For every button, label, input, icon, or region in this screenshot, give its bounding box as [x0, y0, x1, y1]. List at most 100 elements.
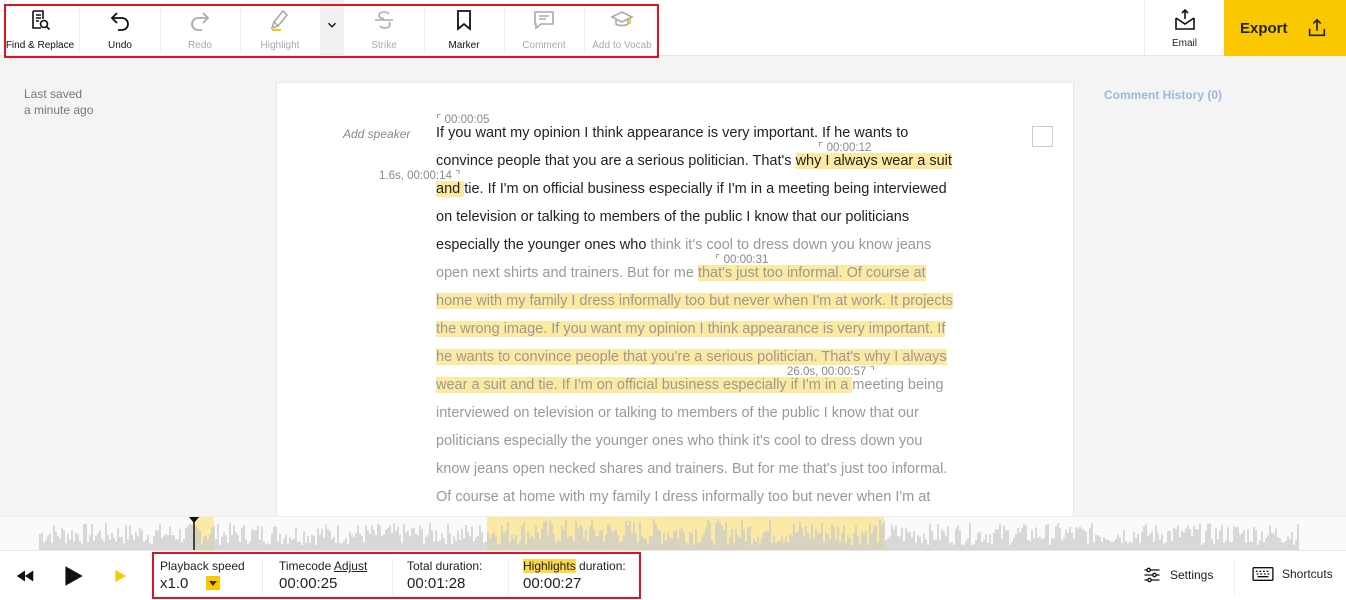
paragraph-checkbox[interactable] [1032, 126, 1053, 147]
transcript-word-run[interactable]: convince people that you are a serious p… [436, 153, 796, 169]
transcript-word-run[interactable]: think it's cool to dress down you know j… [650, 237, 931, 253]
transcript-line: If you want my opinion I think appearanc… [436, 119, 996, 147]
comment-button[interactable]: Comment [504, 0, 584, 56]
transcript-word-run[interactable]: know jeans open necked shares and traine… [436, 461, 947, 477]
highlight-dropdown-button[interactable] [320, 0, 344, 56]
email-label: Email [1171, 38, 1197, 49]
divider [1234, 559, 1235, 595]
highlights-word: Highlights [523, 559, 576, 573]
transcript-line: home with my family I dress informally t… [436, 287, 996, 315]
highlights-duration-label: duration: [575, 559, 626, 573]
transcript-line: Of course at home with my family I dress… [436, 483, 996, 511]
timecode-label: Timecode [279, 559, 332, 573]
transcript-line: politicians especially the younger ones … [436, 427, 996, 455]
transcript-line: especially the younger ones who think it… [436, 231, 996, 259]
play-button[interactable] [60, 563, 86, 594]
highlighted-text[interactable]: why I always wear a suit [795, 153, 952, 169]
find-replace-icon [32, 10, 51, 31]
transcript-line: convince people that you are a serious p… [436, 147, 996, 175]
timecode-adjust-link[interactable]: Adjust [334, 559, 367, 573]
add-speaker-field[interactable]: Add speaker [343, 127, 410, 141]
find-replace-label: Find & Replace [5, 40, 75, 51]
find-replace-button[interactable]: Find & Replace [4, 0, 76, 56]
keyboard-icon [1252, 567, 1274, 581]
divider [392, 559, 393, 595]
transcript-word-run[interactable]: meeting being [852, 377, 943, 393]
play-highlights-icon [115, 570, 126, 582]
undo-button[interactable]: Undo [80, 0, 160, 56]
transcript-document: Add speaker ⌜ 00:00:05 ⌜ 00:00:12 1.6s, … [276, 82, 1074, 522]
redo-button[interactable]: Redo [160, 0, 240, 56]
transcript-word-run[interactable]: tie. If I'm on official business especia… [464, 181, 946, 197]
timecode-display: Timecode Adjust 00:00:25 [279, 559, 367, 592]
highlight-label: Highlight [260, 40, 300, 51]
upload-icon [1308, 18, 1326, 37]
transcript-word-run[interactable]: open next shirts and trainers. But for m… [436, 265, 698, 281]
highlighted-text[interactable]: home with my family I dress informally t… [436, 293, 953, 309]
transcript-word-run[interactable]: on television or talking to members of t… [436, 209, 909, 225]
comment-history-link[interactable]: Comment History (0) [1104, 88, 1222, 102]
transcript-word-run[interactable]: interviewed on television or talking to … [436, 405, 919, 421]
highlights-duration-value: 00:00:27 [523, 575, 582, 592]
chevron-down-icon [328, 22, 336, 28]
graduation-cap-icon [610, 11, 634, 27]
shortcuts-button[interactable]: Shortcuts [1252, 565, 1333, 583]
comment-label: Comment [522, 40, 566, 51]
transcript-line: on television or talking to members of t… [436, 203, 996, 231]
highlighter-icon [270, 9, 289, 31]
highlighted-text[interactable]: and [436, 181, 465, 197]
highlighted-text[interactable]: that's just too informal. Of course at [697, 265, 926, 281]
playback-speed-value: x1.0 [160, 575, 189, 592]
speed-dropdown-icon[interactable] [206, 576, 221, 591]
timecode-value: 00:00:25 [279, 575, 338, 592]
transcript-word-run[interactable]: Of course at home with my family I dress… [436, 489, 930, 505]
player-bar: Playback speed x1.0 Timecode Adjust 00:0… [0, 550, 1346, 600]
bookmark-icon [457, 10, 471, 31]
transcript-word-run[interactable]: especially the younger ones who [436, 237, 650, 253]
strike-label: Strike [371, 40, 397, 51]
waveform-graphic [39, 517, 1299, 550]
last-saved-time: a minute ago [24, 103, 94, 117]
transcript-line: the wrong image. If you want my opinion … [436, 315, 996, 343]
marker-button[interactable]: Marker [424, 0, 504, 56]
highlighted-text[interactable]: wear a suit and tie. If I'm on official … [436, 377, 853, 393]
transcript-line: and tie. If I'm on official business esp… [436, 175, 996, 203]
email-icon [1174, 8, 1195, 30]
play-highlights-button[interactable] [112, 568, 128, 589]
highlighted-text[interactable]: he wants to convince people that you're … [436, 349, 947, 365]
shortcuts-label: Shortcuts [1282, 567, 1333, 581]
export-button[interactable]: Export [1224, 0, 1346, 56]
rewind-icon [16, 570, 34, 582]
transcript-text[interactable]: If you want my opinion I think appearanc… [436, 119, 996, 511]
strike-button[interactable]: Strike [344, 0, 424, 56]
divider [262, 559, 263, 595]
last-saved-status: Last saved a minute ago [24, 86, 93, 118]
add-to-vocab-button[interactable]: Add to Vocab [584, 0, 660, 56]
total-duration-display: Total duration: 00:01:28 [407, 559, 482, 592]
play-icon [65, 566, 83, 586]
settings-label: Settings [1170, 568, 1214, 582]
email-button[interactable]: Email [1144, 0, 1224, 56]
playback-speed[interactable]: Playback speed x1.0 [160, 559, 245, 592]
transcript-line: know jeans open necked shares and traine… [436, 455, 996, 483]
toolbar: Find & Replace Undo Redo Highlight Strik… [0, 0, 1346, 58]
transcript-word-run[interactable]: If you want my opinion I think appearanc… [436, 125, 908, 141]
redo-label: Redo [188, 40, 212, 51]
transcript-word-run[interactable]: politicians especially the younger ones … [436, 433, 922, 449]
settings-button[interactable]: Settings [1142, 565, 1213, 585]
last-saved-label: Last saved [24, 87, 83, 101]
marker-label: Marker [448, 40, 480, 51]
total-duration-value: 00:01:28 [407, 575, 466, 592]
highlighted-text[interactable]: the wrong image. If you want my opinion … [436, 321, 946, 337]
rewind-button[interactable] [14, 565, 36, 592]
audio-waveform[interactable] [0, 516, 1346, 550]
divider [508, 559, 509, 595]
add-to-vocab-label: Add to Vocab [592, 40, 652, 51]
comment-icon [534, 11, 554, 30]
playback-speed-label: Playback speed [160, 559, 245, 573]
export-label: Export [1240, 19, 1288, 37]
transcript-line: interviewed on television or talking to … [436, 399, 996, 427]
highlights-duration-display: Highlights duration: 00:00:27 [523, 559, 626, 592]
highlight-button[interactable]: Highlight [240, 0, 320, 56]
undo-label: Undo [108, 40, 132, 51]
